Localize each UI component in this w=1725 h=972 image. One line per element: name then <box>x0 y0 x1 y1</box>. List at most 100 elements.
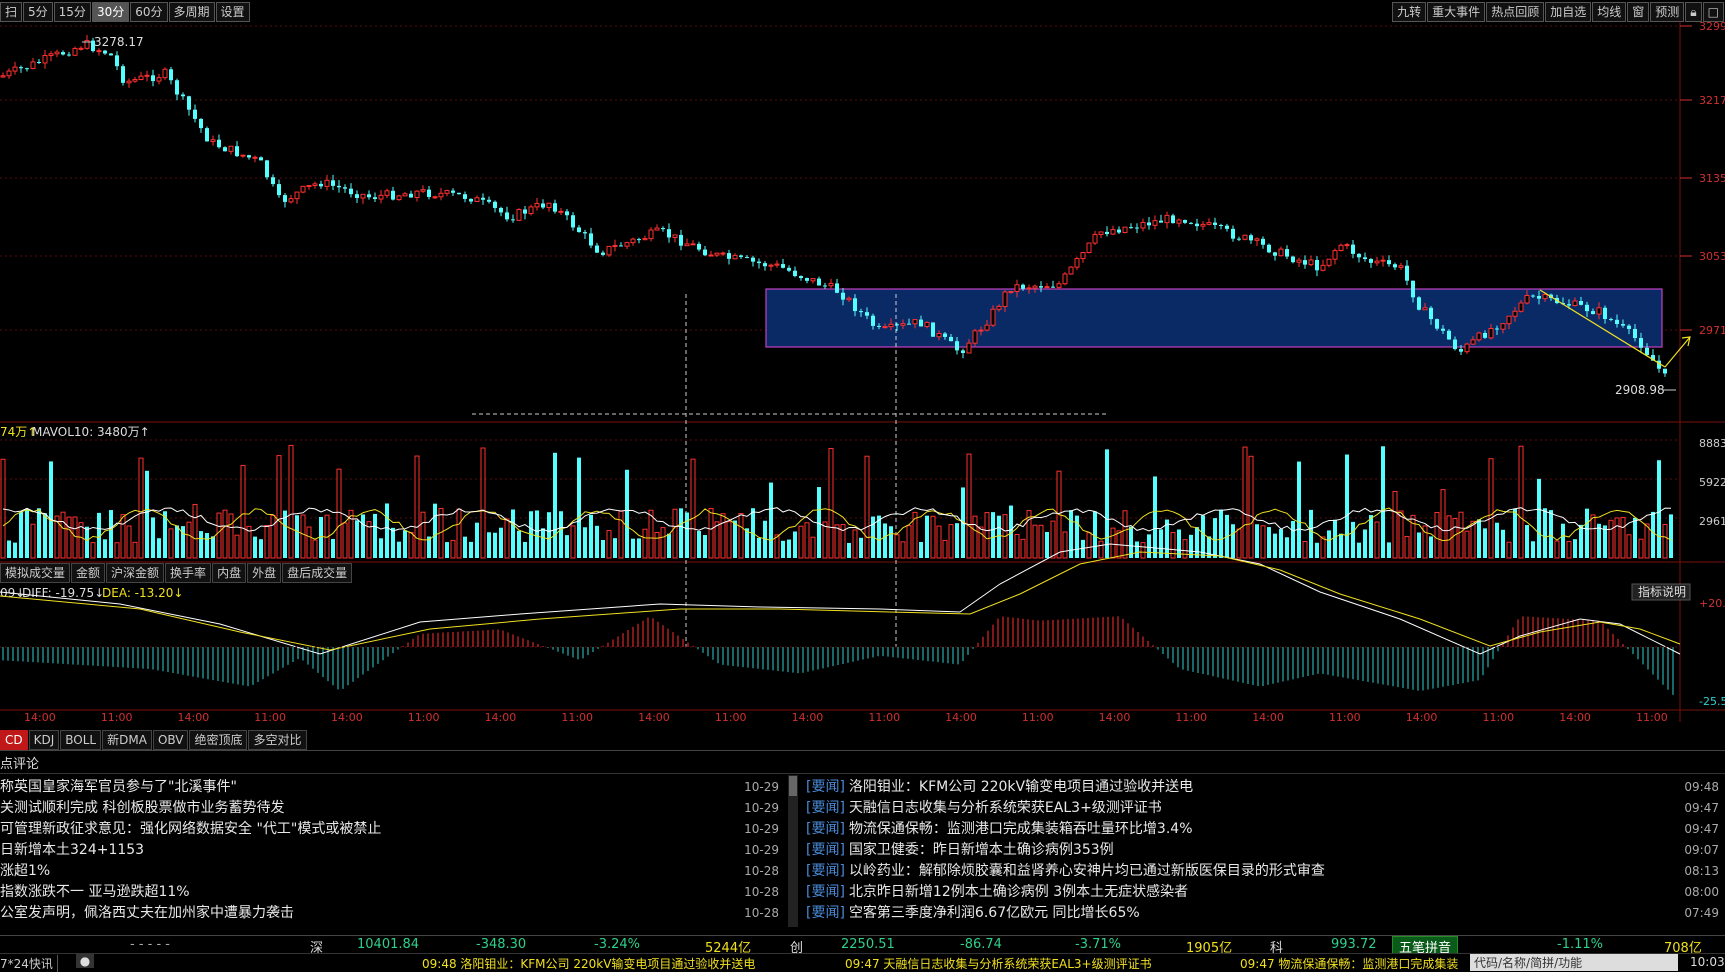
scrollbar[interactable] <box>788 775 798 927</box>
ticker-item[interactable]: 09:47 天融信日志收集与分析系统荣获EAL3+级测评证书 <box>845 955 1152 972</box>
news-header-title[interactable]: 点评论 <box>0 753 39 772</box>
ma-button[interactable]: 均线 <box>1592 2 1627 22</box>
ticker-label[interactable]: 7*24快讯 <box>0 955 58 972</box>
candle-body <box>1518 302 1524 312</box>
ind-tab-obv[interactable]: OBV <box>152 730 189 750</box>
candle-body <box>1254 238 1260 241</box>
ind-tab-dma[interactable]: 新DMA <box>102 730 152 750</box>
volume-bar <box>222 509 228 559</box>
volume-bar <box>919 541 923 558</box>
news-item[interactable]: [要闻] 北京昨日新增12例本土确诊病例 3例本土无症状感染者 08:00 <box>806 882 1725 903</box>
robot-icon[interactable]: ● <box>76 954 94 968</box>
news-item[interactable]: [要闻] 天融信日志收集与分析系统荣获EAL3+级测评证书 09:47 <box>806 798 1725 819</box>
period-tab-1[interactable]: 扫 <box>0 2 23 22</box>
vol-tab-turnover[interactable]: 换手率 <box>165 563 212 583</box>
search-input[interactable]: 代码/名称/简拼/功能 <box>1470 954 1678 971</box>
candle-body <box>799 276 803 279</box>
indicator-help-button[interactable]: 指标说明 <box>1638 584 1686 599</box>
news-item[interactable]: 公室发声明，佩洛西丈夫在加州家中遭暴力袭击 10-28 <box>0 903 785 924</box>
hot-review-button[interactable]: 热点回顾 <box>1486 2 1545 22</box>
ind-tab-secret[interactable]: 绝密顶底 <box>189 730 248 750</box>
candle-body <box>720 252 726 255</box>
volume-bar <box>1032 524 1038 559</box>
news-item[interactable]: 指数涨跌不一 亚马逊跌超11% 10-28 <box>0 882 785 903</box>
news-tag: [要闻] <box>806 779 845 795</box>
volume-bar <box>997 515 1001 558</box>
vol-tab-simulated[interactable]: 模拟成交量 <box>0 563 71 583</box>
news-item[interactable]: [要闻] 物流保通保畅：监测港口完成集装箱吞吐量环比增3.4% 09:47 <box>806 819 1725 840</box>
collapse-icon[interactable]: □ <box>1702 2 1724 22</box>
news-item[interactable]: 称英国皇家海军官员参与了"北溪事件" 10-29 <box>0 777 785 798</box>
volume-bar <box>469 541 473 558</box>
candle-body <box>61 52 65 55</box>
input-mode-badge[interactable]: 五笔拼音 <box>1392 936 1459 956</box>
volume-bar <box>601 540 605 558</box>
volume-bar <box>1651 511 1655 558</box>
time-tick: 11:00 <box>1636 711 1668 722</box>
candle-body <box>1249 235 1253 241</box>
candle-body <box>943 333 947 337</box>
candle-body <box>444 190 450 194</box>
candle-body <box>1441 328 1445 331</box>
forecast-button[interactable]: 预测 <box>1650 2 1685 22</box>
news-item[interactable]: [要闻] 国家卫健委：昨日新增本土确诊病例353例 09:07 <box>806 840 1725 861</box>
news-item[interactable]: [要闻] 洛阳钼业：KFM公司 220kV输变电项目通过验收并送电 09:48 <box>806 777 1725 798</box>
vol-tab-inner[interactable]: 内盘 <box>212 563 247 583</box>
volume-bar <box>288 444 294 559</box>
volume-bar <box>889 526 893 558</box>
candle-body <box>984 324 990 331</box>
ticker-item[interactable]: 09:48 洛阳钼业：KFM公司 220kV输变电项目通过验收并送电 <box>422 955 755 972</box>
news-item[interactable]: [要闻] 以岭药业：解郁除烦胶囊和益肾养心安神片均已通过新版医保目录的形式审查 08… <box>806 861 1725 882</box>
major-events-button[interactable]: 重大事件 <box>1427 2 1486 22</box>
news-tag: [要闻] <box>806 924 845 925</box>
candle-body <box>787 267 791 271</box>
candle-body <box>1200 223 1206 227</box>
period-tab-60m[interactable]: 60分 <box>130 2 168 22</box>
candle-body <box>619 245 623 247</box>
period-tab-15m[interactable]: 15分 <box>53 2 91 22</box>
volume-bar <box>1662 523 1668 559</box>
vol-tab-hs-amount[interactable]: 沪深金额 <box>106 563 165 583</box>
chart-area[interactable]: 3278.17 2908.98 3299 3217 3135 3053 2971… <box>0 22 1725 722</box>
vol-tab-after[interactable]: 盘后成交量 <box>282 563 353 583</box>
volume-bar <box>499 527 503 558</box>
news-item[interactable]: 季度净亏损86.68亿元10-28 <box>0 924 785 925</box>
news-item[interactable]: [要闻] 空客第三季度净利润6.67亿欧元 同比增长65% 07:49 <box>806 903 1725 924</box>
vol-tab-amount[interactable]: 金额 <box>71 563 106 583</box>
jiuzhuan-button[interactable]: 九转 <box>1392 2 1427 22</box>
volume-bar <box>199 531 203 558</box>
ind-tab-kdj[interactable]: KDJ <box>28 730 60 750</box>
ind-tab-boll[interactable]: BOLL <box>60 730 102 750</box>
lock-icon[interactable]: 🔒︎ <box>1685 2 1702 22</box>
period-tab-5m[interactable]: 5分 <box>23 2 53 22</box>
candle-body <box>1080 251 1086 260</box>
volume-bar <box>66 516 72 559</box>
news-item[interactable]: 关测试顺利完成 科创板股票做市业务蓄势待发 10-29 <box>0 798 785 819</box>
candle-body <box>606 245 612 256</box>
ind-tab-longshort[interactable]: 多空对比 <box>248 730 307 750</box>
candle-body <box>384 190 390 196</box>
settings-button[interactable]: 设置 <box>215 2 250 22</box>
news-item[interactable]: 可管理新政征求意见：强化网络数据安全 "代工"模式或被禁止 10-29 <box>0 819 785 840</box>
candle-body <box>774 263 780 266</box>
vol-tab-outer[interactable]: 外盘 <box>247 563 282 583</box>
candle-body <box>637 239 641 241</box>
period-tab-30m[interactable]: 30分 <box>91 2 130 22</box>
ticker-item[interactable]: 09:47 物流保通保畅：监测港口完成集装 <box>1240 955 1458 972</box>
candle-body <box>1086 242 1092 253</box>
volume-bar <box>1446 515 1452 559</box>
period-tab-multi[interactable]: 多周期 <box>168 2 215 22</box>
volume-bar <box>312 539 318 559</box>
news-item[interactable]: 涨超1% 10-28 <box>0 861 785 882</box>
volume-bar <box>475 522 479 558</box>
window-button[interactable]: 窗 <box>1627 2 1650 22</box>
candle-body <box>714 252 720 256</box>
volume-bar <box>240 464 246 559</box>
news-time: 07:49 <box>1684 906 1719 920</box>
ind-tab-macd[interactable]: CD <box>0 730 28 750</box>
candle-body <box>414 190 420 198</box>
volume-bar <box>168 528 174 559</box>
add-watchlist-button[interactable]: 加自选 <box>1545 2 1592 22</box>
news-item[interactable]: 日新增本土324+1153 10-29 <box>0 840 785 861</box>
news-item[interactable]: [要闻] 上海昨日无新增本土新冠肺炎确诊病例，新增本土无症状感染者6例07:10 <box>806 924 1725 925</box>
